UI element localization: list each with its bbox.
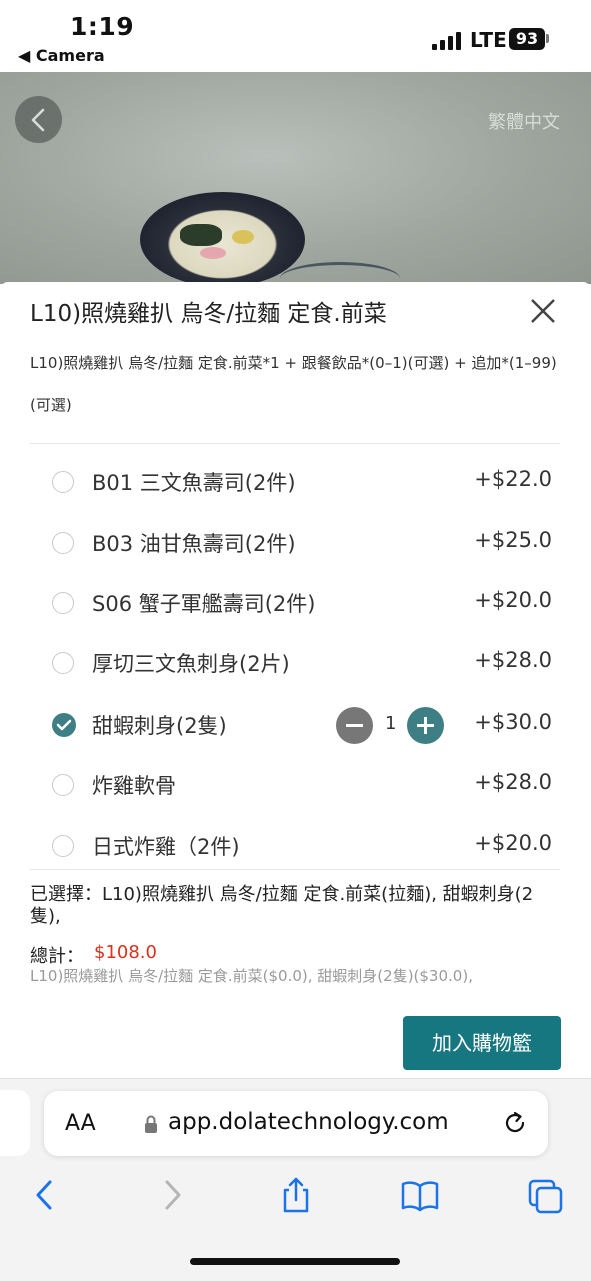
second-bowl-shape [280,262,400,284]
radio-button[interactable] [52,471,74,493]
total-price: $108.0 [94,942,157,963]
option-row[interactable]: B01 三文魚壽司(2件) +$22.0 [30,453,560,513]
option-label: 炸雞軟骨 [92,774,176,798]
bookmarks-icon[interactable] [401,1176,439,1214]
battery-nub [546,34,549,43]
signal-icon [432,30,464,50]
reload-icon[interactable] [502,1110,528,1136]
forward-nav-icon[interactable] [155,1176,191,1214]
add-to-cart-button[interactable]: 加入購物籃 [403,1016,561,1070]
divider [30,443,560,444]
radio-button[interactable] [52,592,74,614]
radio-button[interactable] [52,835,74,857]
selected-summary: 已選擇：L10)照燒雞扒 烏冬/拉麵 定食.前菜(拉麵), 甜蝦刺身(2隻), [30,884,534,927]
share-icon[interactable] [278,1176,314,1214]
option-label: B03 油甘魚壽司(2件) [92,532,296,556]
naruto-shape [200,247,226,259]
option-row[interactable]: B03 油甘魚壽司(2件) +$25.0 [30,514,560,574]
option-row[interactable]: 日式炸雞（2件) +$20.0 [30,817,560,877]
option-label: 甜蝦刺身(2隻) [92,714,227,738]
option-label: B01 三文魚壽司(2件) [92,471,296,495]
back-to-camera-link[interactable]: ◀ Camera [18,46,105,65]
network-label: LTE [470,28,507,52]
radio-button[interactable] [52,532,74,554]
quantity-value: 1 [385,713,397,734]
price-breakdown: L10)照燒雞扒 烏冬/拉麵 定食.前菜($0.0), 甜蝦刺身(2隻)($30… [30,967,473,985]
dish-photo: 繁體中文 [0,72,591,284]
status-time: 1:19 [70,12,135,41]
battery-icon: 93 [509,28,545,50]
close-icon[interactable] [526,294,560,328]
option-label: 日式炸雞（2件) [92,835,240,859]
radio-button[interactable] [52,652,74,674]
corn-shape [232,230,254,244]
option-price: +$28.0 [474,648,552,672]
language-switch[interactable]: 繁體中文 [488,108,560,134]
bowl-shape [140,192,305,284]
lock-icon [144,1114,158,1134]
text-size-button[interactable]: AA [65,1111,96,1136]
increase-quantity-button[interactable] [407,707,444,744]
option-row-selected[interactable]: 甜蝦刺身(2隻) 1 +$30.0 [30,696,560,756]
nori-shape [180,224,222,246]
dish-title: L10)照燒雞扒 烏冬/拉麵 定食.前菜 [30,301,387,327]
divider [30,869,560,870]
back-nav-icon[interactable] [26,1176,62,1214]
aa-label: AA [65,1111,96,1136]
option-price: +$28.0 [474,770,552,794]
option-row[interactable]: 炸雞軟骨 +$28.0 [30,756,560,816]
chevron-left-icon [31,108,45,132]
option-price: +$20.0 [474,831,552,855]
option-price: +$22.0 [474,467,552,491]
option-row[interactable]: S06 蟹子軍艦壽司(2件) +$20.0 [30,574,560,634]
option-label: 厚切三文魚刺身(2片) [92,652,290,676]
home-indicator [190,1258,400,1265]
back-button[interactable] [15,96,62,143]
decrease-quantity-button[interactable] [336,707,373,744]
checked-icon[interactable] [52,713,76,737]
previous-tab-peek[interactable] [0,1090,30,1156]
option-label: S06 蟹子軍艦壽司(2件) [92,592,316,616]
option-price: +$25.0 [474,528,552,552]
dish-description: L10)照燒雞扒 烏冬/拉麵 定食.前菜*1 + 跟餐飲品*(0–1)(可選) … [30,354,557,414]
url-text[interactable]: app.dolatechnology.com [168,1109,449,1135]
tabs-icon[interactable] [527,1176,563,1214]
option-price: +$20.0 [474,588,552,612]
radio-button[interactable] [52,774,74,796]
option-row[interactable]: 厚切三文魚刺身(2片) +$28.0 [30,634,560,694]
option-price: +$30.0 [474,710,552,734]
